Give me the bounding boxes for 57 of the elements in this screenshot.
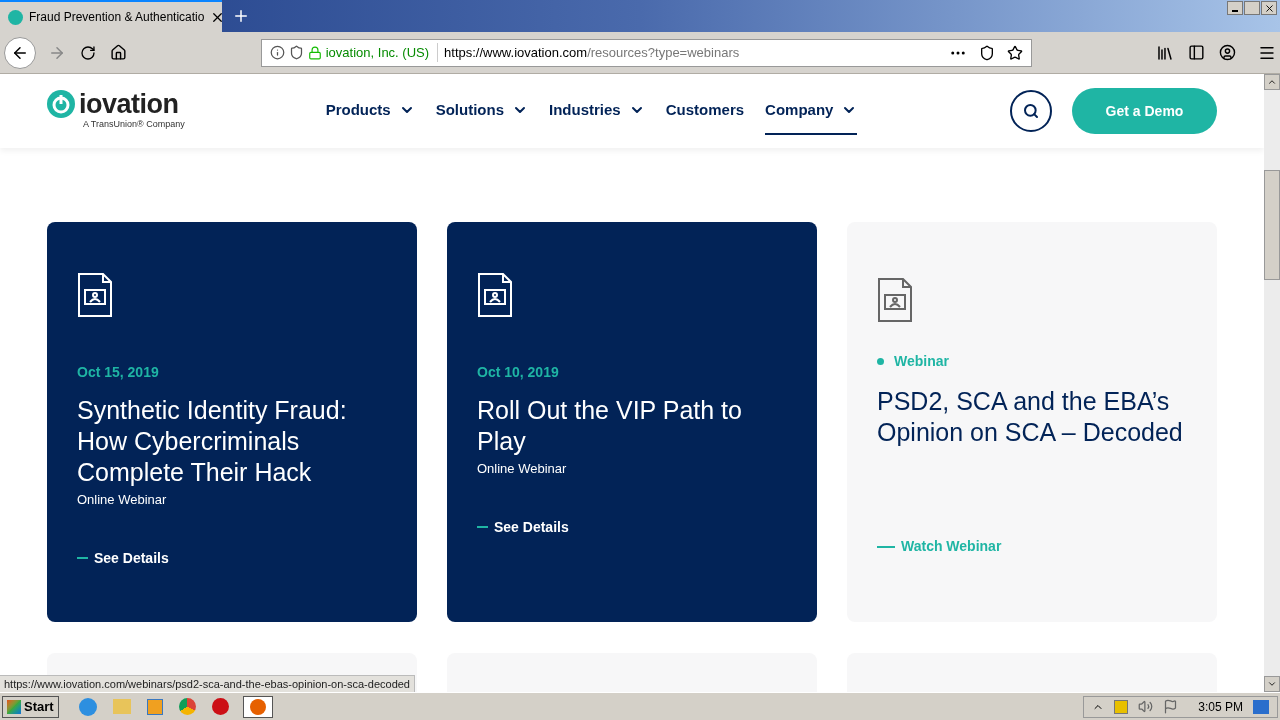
nav-menu-item[interactable]: Products [325, 87, 415, 135]
flag-icon[interactable] [1163, 699, 1179, 714]
start-button[interactable]: Start [2, 695, 59, 718]
webinar-title: PSD2, SCA and the EBA’s Opinion on SCA – Decoded [877, 386, 1184, 448]
bookmark-star-icon[interactable] [1007, 44, 1024, 61]
webinar-title: Roll Out the VIP Path to Play [477, 395, 743, 457]
firefox-taskbar-button[interactable] [242, 695, 273, 718]
webinar-document-icon [77, 272, 113, 318]
scroll-up-icon[interactable] [1267, 77, 1277, 87]
nav-menu-item[interactable]: Industries [549, 87, 645, 135]
lock-icon [307, 45, 322, 60]
volume-icon[interactable] [1138, 699, 1154, 714]
see-details-link[interactable]: See Details [477, 516, 787, 538]
browser-tab[interactable]: Fraud Prevention & Authenticatio [0, 0, 222, 32]
webinar-card[interactable]: Oct 10, 2019 Roll Out the VIP Path to Play Online Webinar See Details [447, 222, 817, 622]
clock: 3:05 PM [1198, 698, 1243, 716]
minimize-button[interactable] [1227, 1, 1243, 15]
webinar-date: Oct 15, 2019 [77, 363, 160, 382]
scrollbar[interactable] [1264, 74, 1280, 692]
scrollbar-thumb[interactable] [1264, 170, 1280, 280]
url-text: https://www.iovation.com/resources?type=webinars [444, 43, 740, 62]
close-window-button[interactable] [1261, 1, 1277, 15]
library-icon[interactable] [1156, 43, 1175, 62]
home-icon[interactable] [109, 44, 127, 61]
see-details-link[interactable]: See Details [77, 547, 387, 569]
webinar-category: Webinar [894, 352, 949, 371]
webinar-date: Oct 10, 2019 [477, 363, 560, 382]
webinar-subtitle: Online Webinar [77, 491, 168, 509]
webinar-subtitle: Online Webinar [477, 460, 568, 478]
nav-menu-item[interactable]: Solutions [435, 87, 529, 135]
search-icon [1023, 103, 1039, 119]
minimize-icon [1232, 10, 1238, 12]
close-icon [1263, 2, 1275, 14]
webinar-card[interactable]: Oct 15, 2019 Synthetic Identity Fraud: How Cybercriminals Complete Their Hack Online Webinar See Details [47, 222, 417, 622]
address-bar[interactable]: iovation, Inc. (US) https://www.iovation.com/resources?type=webinars [260, 38, 1033, 67]
back-button[interactable] [4, 36, 36, 69]
reload-icon[interactable] [79, 44, 96, 61]
new-tab-icon[interactable] [232, 7, 250, 25]
site-identity: iovation, Inc. (US) [325, 42, 439, 63]
webinar-document-icon [477, 272, 513, 318]
scroll-down-icon[interactable] [1267, 679, 1277, 689]
nav-menu-item[interactable]: Customers [665, 87, 745, 135]
logo-power-icon [47, 90, 75, 119]
tab-title: Fraud Prevention & Authenticatio [29, 9, 205, 26]
webinar-card[interactable]: Webinar PSD2, SCA and the EBA’s Opinion on SCA – Decoded Watch Webinar [847, 222, 1217, 622]
sidebar-icon[interactable] [1188, 44, 1206, 61]
nav-menu-item[interactable]: Company [765, 87, 858, 135]
account-icon[interactable] [1219, 44, 1237, 61]
logo-tagline: A TransUnion® Company [83, 118, 185, 132]
search-button[interactable] [1010, 90, 1052, 132]
logo-wordmark: iovation [79, 90, 179, 118]
shield-icon [288, 45, 304, 60]
webinar-title: Synthetic Identity Fraud: How Cybercriminals Complete Their Hack [77, 395, 348, 488]
status-url: https://www.iovation.com/webinars/psd2-sca-and-the-ebas-opinion-on-sca-decoded [0, 675, 415, 692]
webinar-document-icon [877, 277, 913, 323]
info-icon [269, 45, 285, 60]
site-favicon-icon [8, 9, 23, 25]
